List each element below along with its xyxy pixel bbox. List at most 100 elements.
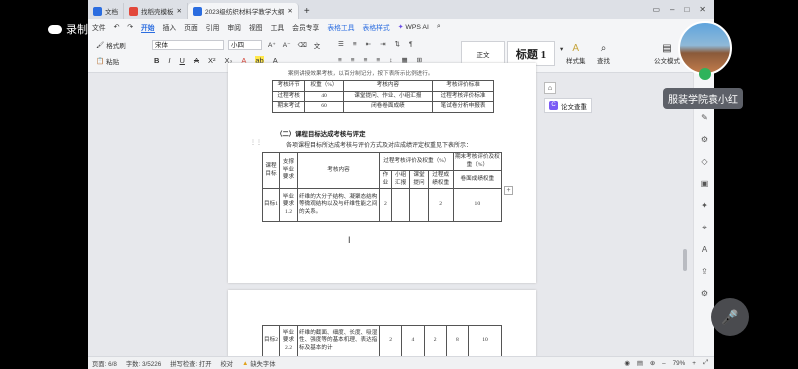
- missing-font-button[interactable]: ▲ 缺失字体: [242, 359, 275, 368]
- wps-ai-button[interactable]: ✦ WPS AI: [397, 23, 429, 32]
- font-shrink-icon[interactable]: A⁻: [283, 41, 291, 49]
- clear-format-icon[interactable]: ⌫: [298, 41, 307, 49]
- mic-off-button[interactable]: 🎤: [711, 298, 749, 336]
- cloud-icon: [48, 24, 62, 34]
- table-header: 考核内容: [297, 151, 380, 190]
- menu-page[interactable]: 页面: [184, 22, 198, 32]
- italic-icon[interactable]: I: [168, 56, 170, 65]
- adjust-icon[interactable]: ⚙: [700, 135, 709, 144]
- menu-table-style[interactable]: 表格样式: [363, 22, 390, 32]
- tab-bar: 文档 找稻壳模板 ✕ 2023级纺织材料学教学大纲 ✕ + ▭ – □ ✕: [88, 0, 714, 19]
- show-marks-icon[interactable]: ¶: [409, 41, 413, 48]
- sort-icon[interactable]: ⇅: [395, 40, 400, 48]
- style-more-icon[interactable]: ▾: [560, 45, 563, 53]
- menu-member[interactable]: 会员专享: [292, 22, 319, 32]
- table-cell: 8: [445, 325, 470, 357]
- menu-review[interactable]: 审阅: [227, 22, 241, 32]
- tab-syllabus[interactable]: 2023级纺织材料学教学大纲 ✕: [187, 3, 299, 19]
- table-cell: 闭卷卷面成绩: [342, 101, 434, 113]
- zoom-level[interactable]: 79%: [673, 360, 686, 367]
- window-close-icon[interactable]: ✕: [699, 5, 706, 14]
- view-icon[interactable]: ◉: [624, 360, 630, 367]
- bullets-icon[interactable]: ☰: [338, 40, 344, 48]
- numbering-icon[interactable]: ≡: [353, 41, 357, 48]
- ai-icon: ✦: [397, 24, 404, 31]
- undo-icon[interactable]: ↶: [114, 23, 120, 31]
- add-column-icon[interactable]: +: [504, 186, 513, 195]
- edit-icon[interactable]: ✎: [700, 113, 709, 122]
- font-grow-icon[interactable]: A⁺: [268, 41, 276, 49]
- font-name-select[interactable]: 宋体: [152, 40, 224, 50]
- table-header: 考核内容: [342, 80, 434, 92]
- course-goal-table-continued[interactable]: 目标2 毕业要求2.2 纤维的截面、细度、长度、吸湿性、强度等的基本机理、表达指…: [262, 325, 502, 357]
- web-view-icon[interactable]: ⊕: [650, 360, 655, 367]
- zoom-in-icon[interactable]: +: [692, 360, 696, 367]
- phonetic-icon[interactable]: 文: [314, 40, 321, 50]
- avatar: [678, 21, 732, 75]
- menu-home[interactable]: 开始: [141, 22, 155, 33]
- table-cell: 10: [468, 325, 502, 357]
- menu-tools[interactable]: 工具: [271, 22, 285, 32]
- tab-document[interactable]: 文档: [88, 3, 124, 19]
- underline-icon[interactable]: U: [180, 56, 185, 65]
- location-icon[interactable]: ⌖: [700, 223, 709, 232]
- menu-bar: 文件 ↶ ↷ 开始 插入 页面 引用 审阅 视图 工具 会员专享 表格工具 表格…: [88, 19, 714, 35]
- share-icon[interactable]: ⇪: [700, 267, 709, 276]
- find-button[interactable]: ⌕ 查找: [597, 43, 610, 65]
- spell-check-status[interactable]: 拼写检查: 打开: [170, 359, 211, 368]
- settings-icon[interactable]: ⚙: [700, 289, 709, 298]
- table-cell: 纤维的大分子结构、凝聚态结构等微观结构以及与纤维性能之间的关系。: [297, 188, 380, 223]
- table-cell: 2: [427, 188, 454, 223]
- menu-insert[interactable]: 插入: [163, 22, 177, 32]
- table-header: 小组汇报: [390, 170, 411, 190]
- menu-references[interactable]: 引用: [206, 22, 220, 32]
- layout-icon[interactable]: ▭: [652, 5, 660, 14]
- home-icon[interactable]: ⌂: [544, 82, 556, 94]
- document-canvas[interactable]: 案例讲授效果考核，以百分制记分，按下表所示比例进行。 考核环节 权重（%） 考核内容…: [88, 63, 714, 369]
- menu-view[interactable]: 视图: [249, 22, 263, 32]
- minimize-icon[interactable]: –: [670, 5, 674, 14]
- page-view-icon[interactable]: ▤: [637, 360, 643, 367]
- table-cell: [409, 188, 429, 223]
- table-cell: 毕业要求1.2: [279, 188, 298, 223]
- format-painter-button[interactable]: 🖌 格式刷: [96, 40, 126, 50]
- section-heading: （二）课程目标达成考核与评定: [276, 131, 366, 138]
- tab-template[interactable]: 找稻壳模板 ✕: [124, 3, 188, 19]
- font-size-select[interactable]: 小四: [228, 40, 262, 50]
- bold-icon[interactable]: B: [154, 56, 159, 65]
- style-sets-button[interactable]: A 样式集: [566, 43, 586, 65]
- word-count[interactable]: 字数: 3/5226: [126, 359, 161, 368]
- menu-table-tools[interactable]: 表格工具: [327, 22, 354, 32]
- strikethrough-icon[interactable]: A: [194, 56, 199, 65]
- search-icon[interactable]: ⌕: [437, 23, 441, 31]
- course-goal-table[interactable]: 课程目标 支撑毕业要求 考核内容 过程考核评价及权重（%） 期末考核评价及权重（…: [262, 151, 503, 223]
- menu-file[interactable]: 文件: [92, 22, 106, 32]
- indent-increase-icon[interactable]: ⇥: [380, 40, 385, 48]
- indent-decrease-icon[interactable]: ⇤: [366, 40, 371, 48]
- table-header: 权重（%）: [304, 80, 344, 92]
- proofread-button[interactable]: 校对: [221, 359, 234, 368]
- sparkle-icon[interactable]: ✦: [700, 201, 709, 210]
- superscript-icon[interactable]: X²: [208, 56, 216, 65]
- image-icon[interactable]: ▣: [700, 179, 709, 188]
- redo-icon[interactable]: ↷: [127, 23, 133, 31]
- maximize-icon[interactable]: □: [684, 5, 689, 14]
- paste-button[interactable]: 📋 粘贴: [96, 56, 119, 66]
- translate-icon[interactable]: A: [700, 245, 709, 254]
- table-header: 卷面成绩权重: [452, 170, 503, 190]
- scrollbar[interactable]: [683, 249, 687, 271]
- table-cell: 4: [401, 325, 425, 357]
- paragraph-handle-icon[interactable]: ⋮⋮: [250, 139, 262, 146]
- shape-icon[interactable]: ◇: [700, 157, 709, 166]
- new-tab-button[interactable]: +: [299, 3, 315, 19]
- text-cursor-icon: I: [348, 235, 351, 245]
- paper-check-button[interactable]: C 论文查重: [544, 98, 592, 113]
- close-icon[interactable]: ✕: [177, 7, 182, 15]
- page-indicator[interactable]: 页面: 6/8: [92, 359, 117, 368]
- doc-mode-icon: ▤: [662, 43, 672, 54]
- close-icon[interactable]: ✕: [287, 7, 292, 15]
- zoom-out-icon[interactable]: –: [662, 360, 666, 367]
- assessment-table[interactable]: 考核环节 权重（%） 考核内容 考核评价标准 过程考核 40 课堂提问、作业、小组汇报 过程…: [271, 80, 494, 113]
- fit-icon[interactable]: ⤢: [703, 359, 708, 367]
- official-doc-mode-button[interactable]: ▤ 公文模式: [654, 43, 680, 65]
